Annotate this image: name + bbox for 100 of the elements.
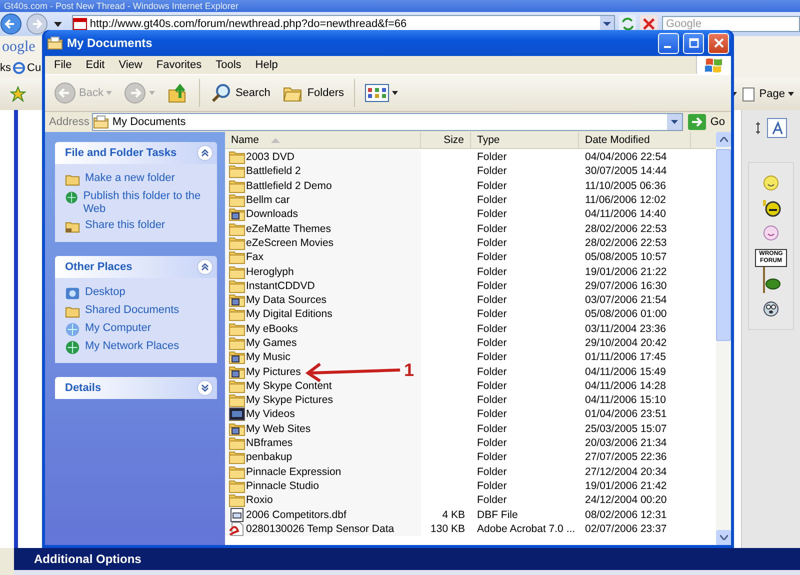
file-date: 25/03/2005 15:07 <box>585 422 667 435</box>
file-icon <box>229 350 245 364</box>
dropdown-icon[interactable] <box>667 114 682 130</box>
file-date: 28/02/2006 22:53 <box>585 236 667 249</box>
scrollbar[interactable] <box>716 132 731 545</box>
task-icon <box>65 286 80 301</box>
file-type: DBF File <box>477 508 518 521</box>
smiley-icon[interactable] <box>763 301 779 317</box>
file-type: Folder <box>477 451 507 464</box>
column-header[interactable]: Type <box>471 132 579 148</box>
task-link[interactable]: My Network Places <box>85 340 180 353</box>
address-field[interactable]: My Documents <box>92 113 684 131</box>
close-button[interactable] <box>708 32 729 54</box>
file-icon <box>229 436 245 450</box>
search-button[interactable]: Search <box>205 80 276 106</box>
file-icon <box>229 307 245 322</box>
menu-item[interactable]: File <box>47 59 79 71</box>
scroll-down-icon[interactable] <box>720 535 728 540</box>
task-link[interactable]: Publish this folder to the Web <box>83 190 209 216</box>
file-icon <box>229 493 245 508</box>
task-link[interactable]: Make a new folder <box>85 172 175 185</box>
menu-item[interactable]: Edit <box>78 59 112 71</box>
task-pane-header[interactable]: File and Folder Tasks <box>55 142 217 164</box>
caret-icon[interactable] <box>54 22 62 26</box>
file-type: Folder <box>477 180 507 192</box>
forward-icon[interactable] <box>26 13 48 35</box>
chevron-icon[interactable] <box>197 380 213 396</box>
task-pane-header[interactable]: Details <box>55 377 217 399</box>
column-header[interactable]: Size <box>421 132 471 148</box>
file-name[interactable]: Roxio <box>246 494 273 506</box>
font-size-icon[interactable] <box>767 118 787 138</box>
file-name[interactable]: Fax <box>246 251 264 264</box>
file-name[interactable]: Bellm car <box>246 194 290 206</box>
file-date: 20/03/2006 21:34 <box>585 437 667 450</box>
file-date: 29/07/2006 16:30 <box>585 280 667 292</box>
caret-icon <box>392 91 398 95</box>
file-name[interactable]: My Music <box>246 351 290 364</box>
file-type: Folder <box>477 422 507 435</box>
file-date: 24/12/2004 00:20 <box>585 494 667 506</box>
menu-item[interactable]: Help <box>248 59 285 71</box>
column-header[interactable]: Date Modified <box>579 132 691 148</box>
go-button[interactable]: Go <box>686 114 727 130</box>
scroll-up-icon[interactable] <box>720 137 728 142</box>
menu-item[interactable]: Tools <box>208 59 248 71</box>
file-icon <box>229 422 245 436</box>
file-date: 19/01/2006 21:42 <box>585 480 667 492</box>
file-name[interactable]: NBframes <box>246 437 293 450</box>
task-link[interactable]: My Computer <box>85 322 152 335</box>
file-type: Folder <box>477 266 507 278</box>
task-link[interactable]: Shared Documents <box>85 304 180 317</box>
page-icon <box>742 86 756 102</box>
back-icon[interactable] <box>0 13 22 35</box>
chevron-icon[interactable] <box>197 145 213 161</box>
menu-item[interactable]: Favorites <box>149 59 209 71</box>
file-icon <box>229 450 245 464</box>
file-date: 01/11/2006 17:45 <box>585 351 666 364</box>
file-type: Folder <box>477 437 507 450</box>
file-icon <box>229 293 245 308</box>
file-icon <box>229 207 245 222</box>
file-type: Adobe Acrobat 7.0 ... <box>477 522 576 535</box>
task-pane-header[interactable]: Other Places <box>55 256 217 278</box>
file-date: 04/11/2006 14:40 <box>585 208 666 220</box>
file-type: Folder <box>477 322 507 335</box>
link[interactable]: Cu <box>27 62 42 74</box>
section-title: Additional Options <box>34 552 142 566</box>
file-type: Folder <box>477 194 507 206</box>
folders-button[interactable]: Folders <box>277 80 350 106</box>
menu-item[interactable]: View <box>112 59 150 71</box>
column-header[interactable]: Name <box>225 132 421 148</box>
star-icon[interactable] <box>10 86 26 102</box>
file-name[interactable]: penbakup <box>246 451 292 464</box>
task-icon <box>65 340 80 355</box>
page-button[interactable]: Page <box>740 84 796 104</box>
url-text: http://www.gt40s.com/forum/newthread.php?do=newthread&f=66 <box>90 18 407 30</box>
smiley-icon[interactable] <box>761 199 781 217</box>
ie-icon <box>13 62 25 74</box>
file-type: Folder <box>477 251 507 264</box>
task-link[interactable]: Desktop <box>85 286 126 299</box>
task-icon <box>65 190 78 205</box>
search-field[interactable]: Google <box>662 16 800 32</box>
file-type: Folder <box>477 380 507 392</box>
file-date: 29/10/2004 20:42 <box>585 337 667 349</box>
file-date: 11/10/2005 06:36 <box>585 180 666 192</box>
chevron-icon[interactable] <box>197 259 213 275</box>
caret-icon <box>149 91 156 95</box>
minimize-button[interactable] <box>658 32 679 54</box>
file-type: Folder <box>477 394 507 406</box>
file-date: 27/07/2005 22:36 <box>585 451 667 464</box>
sort-icon[interactable] <box>755 121 761 135</box>
search-icon <box>210 82 232 104</box>
file-icon <box>229 222 245 236</box>
file-date: 08/02/2006 12:31 <box>585 508 667 521</box>
file-date: 27/12/2004 20:34 <box>585 466 667 478</box>
file-size: 4 KB <box>442 508 465 521</box>
file-date: 19/01/2006 21:22 <box>585 266 667 278</box>
pane-title: Other Places <box>65 261 134 273</box>
task-link[interactable]: Share this folder <box>85 219 166 232</box>
maximize-button[interactable] <box>683 32 704 54</box>
views-icon <box>365 84 390 102</box>
file-type: Folder <box>477 308 507 320</box>
